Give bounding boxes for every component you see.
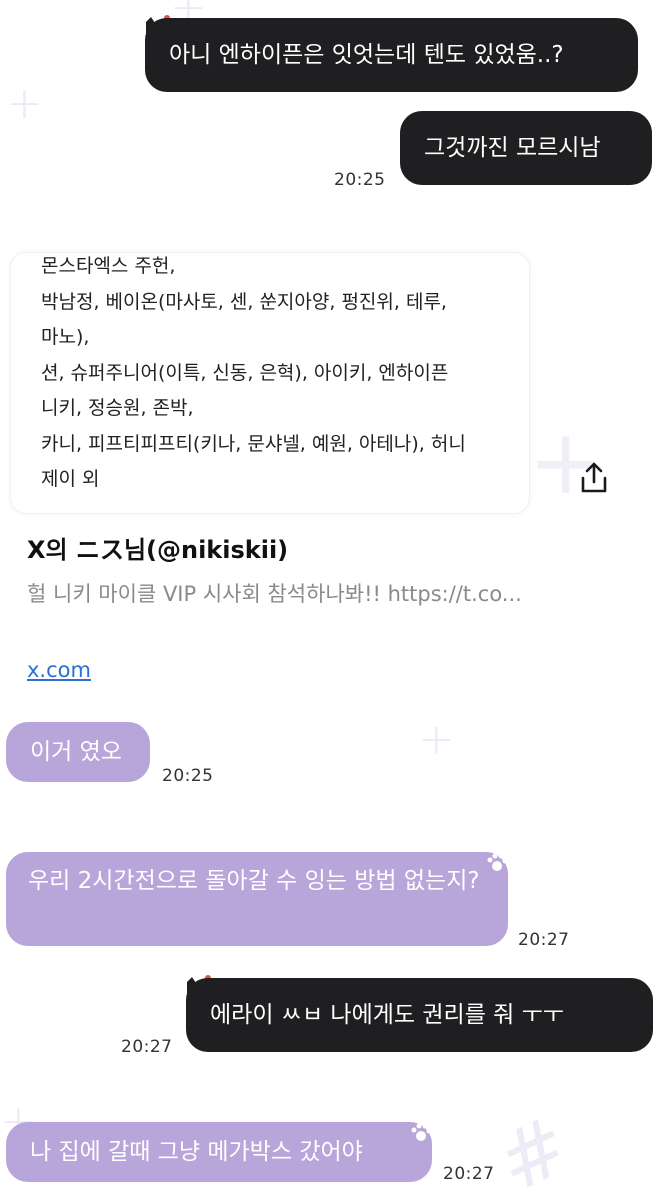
paw-icon bbox=[408, 1122, 434, 1144]
message-text: 우리 2시간전으로 돌아갈 수 잉는 방법 없는지? bbox=[28, 868, 480, 894]
paw-icon bbox=[484, 852, 510, 874]
link-description: 헐 니키 마이클 VIP 시사회 참석하나봐!! https://t.co... bbox=[27, 582, 522, 606]
preview-line: 니키, 정승원, 존박, bbox=[41, 397, 194, 419]
link-preview-card[interactable]: ㅐ, 근년), 다이님, 도미거, 몬스타엑스 주헌, 박남정, 베이온(마사토… bbox=[0, 240, 664, 700]
plus-decoration: + bbox=[6, 78, 43, 129]
message-text: 그것까진 모르시남 bbox=[424, 135, 601, 161]
message-bubble-received[interactable]: 나 집에 갈때 그냥 메가박스 갔어야 bbox=[6, 1122, 432, 1182]
preview-line: 션, 슈퍼주니어(이특, 신동, 은혁), 아이키, 엔하이픈 bbox=[41, 361, 449, 384]
preview-line: 박남정, 베이온(마사토, 센, 쑨지아양, 펑진위, 테루, bbox=[41, 290, 447, 313]
hash-decoration: # bbox=[483, 1098, 584, 1199]
message-text: 아니 엔하이픈은 잇엇는데 텐도 있었움..? bbox=[169, 42, 564, 68]
link-preview-image[interactable]: ㅐ, 근년), 다이님, 도미거, 몬스타엑스 주헌, 박남정, 베이온(마사토… bbox=[10, 252, 530, 514]
message-bubble-sent[interactable]: 아니 엔하이픈은 잇엇는데 텐도 있었움..? bbox=[145, 18, 638, 92]
message-text: 이거 였오 bbox=[30, 739, 122, 765]
plus-decoration: + bbox=[418, 714, 455, 765]
message-text: 나 집에 갈때 그냥 메가박스 갔어야 bbox=[30, 1139, 363, 1165]
link-domain[interactable]: x.com bbox=[27, 658, 91, 682]
preview-line: 마노), bbox=[41, 326, 90, 348]
preview-line: 카니, 피프티피프티(키나, 문샤넬, 예원, 아테나), 허니 bbox=[41, 432, 466, 455]
link-title[interactable]: X의 ニス님(@nikiskii) bbox=[27, 530, 288, 565]
message-time: 20:27 bbox=[518, 930, 570, 950]
message-time: 20:27 bbox=[443, 1164, 495, 1184]
message-time: 20:25 bbox=[162, 766, 214, 786]
message-text: 에라이 ㅆㅂ 나에게도 권리를 줘 ㅜㅜ bbox=[210, 1002, 564, 1028]
message-bubble-received[interactable]: 이거 였오 bbox=[6, 722, 150, 782]
preview-text: ㅐ, 근년), 다이님, 도미거, 몬스타엑스 주헌, 박남정, 베이온(마사토… bbox=[41, 253, 466, 498]
message-bubble-sent[interactable]: 그것까진 모르시남 bbox=[400, 111, 652, 185]
message-time: 20:25 bbox=[334, 170, 386, 190]
chat-screen: + + + + + # 아니 엔하이픈은 잇엇는데 텐도 있었움..? 그것까진… bbox=[0, 0, 664, 1199]
preview-line: 제이 외 bbox=[41, 468, 100, 490]
message-bubble-sent[interactable]: 에라이 ㅆㅂ 나에게도 권리를 줘 ㅜㅜ bbox=[186, 978, 653, 1052]
message-bubble-received[interactable]: 우리 2시간전으로 돌아갈 수 잉는 방법 없는지? bbox=[6, 852, 508, 946]
share-icon[interactable] bbox=[578, 460, 610, 494]
preview-line: 몬스타엑스 주헌, bbox=[41, 255, 176, 277]
message-time: 20:27 bbox=[121, 1037, 173, 1057]
